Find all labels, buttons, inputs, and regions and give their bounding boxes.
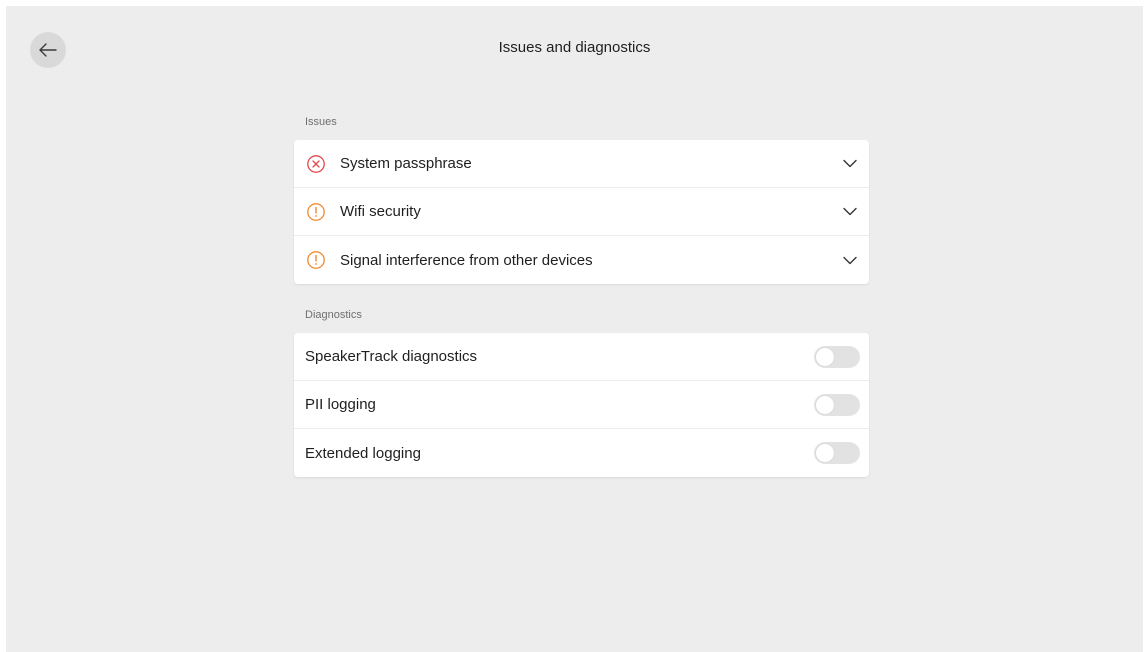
issue-row-system-passphrase[interactable]: System passphrase xyxy=(294,140,869,188)
speakertrack-diagnostics-toggle[interactable] xyxy=(814,345,860,368)
diagnostic-row-speakertrack: SpeakerTrack diagnostics xyxy=(294,333,869,381)
issue-label: Wifi security xyxy=(340,203,421,220)
chevron-down-icon[interactable] xyxy=(841,251,859,269)
extended-logging-toggle[interactable] xyxy=(814,442,860,464)
diagnostics-card: SpeakerTrack diagnostics PII logging Ext… xyxy=(294,333,869,477)
toggle-knob xyxy=(816,347,834,366)
issue-label: System passphrase xyxy=(340,155,472,172)
error-x-icon xyxy=(306,154,326,174)
chevron-down-icon[interactable] xyxy=(841,203,859,221)
diagnostic-row-pii-logging: PII logging xyxy=(294,381,869,429)
issue-row-wifi-security[interactable]: Wifi security xyxy=(294,188,869,236)
diagnostics-section-label: Diagnostics xyxy=(305,309,362,321)
issues-card: System passphrase Wifi security Signal i… xyxy=(294,140,869,284)
issues-and-diagnostics-screen: Issues and diagnostics Issues System pas… xyxy=(6,6,1143,652)
warning-exclamation-icon xyxy=(306,250,326,270)
issues-section-label: Issues xyxy=(305,116,337,128)
diagnostic-label: SpeakerTrack diagnostics xyxy=(305,348,478,365)
chevron-down-icon[interactable] xyxy=(841,155,859,173)
diagnostic-label: Extended logging xyxy=(305,444,421,462)
issue-label: Signal interference from other devices xyxy=(340,251,593,269)
toggle-knob xyxy=(816,444,834,462)
diagnostic-row-extended-logging: Extended logging xyxy=(294,429,869,477)
page-title: Issues and diagnostics xyxy=(498,39,651,56)
pii-logging-toggle[interactable] xyxy=(814,393,860,416)
warning-exclamation-icon xyxy=(306,202,326,222)
diagnostic-label: PII logging xyxy=(305,396,376,413)
issue-row-signal-interference[interactable]: Signal interference from other devices xyxy=(294,236,869,284)
toggle-knob xyxy=(816,395,834,414)
